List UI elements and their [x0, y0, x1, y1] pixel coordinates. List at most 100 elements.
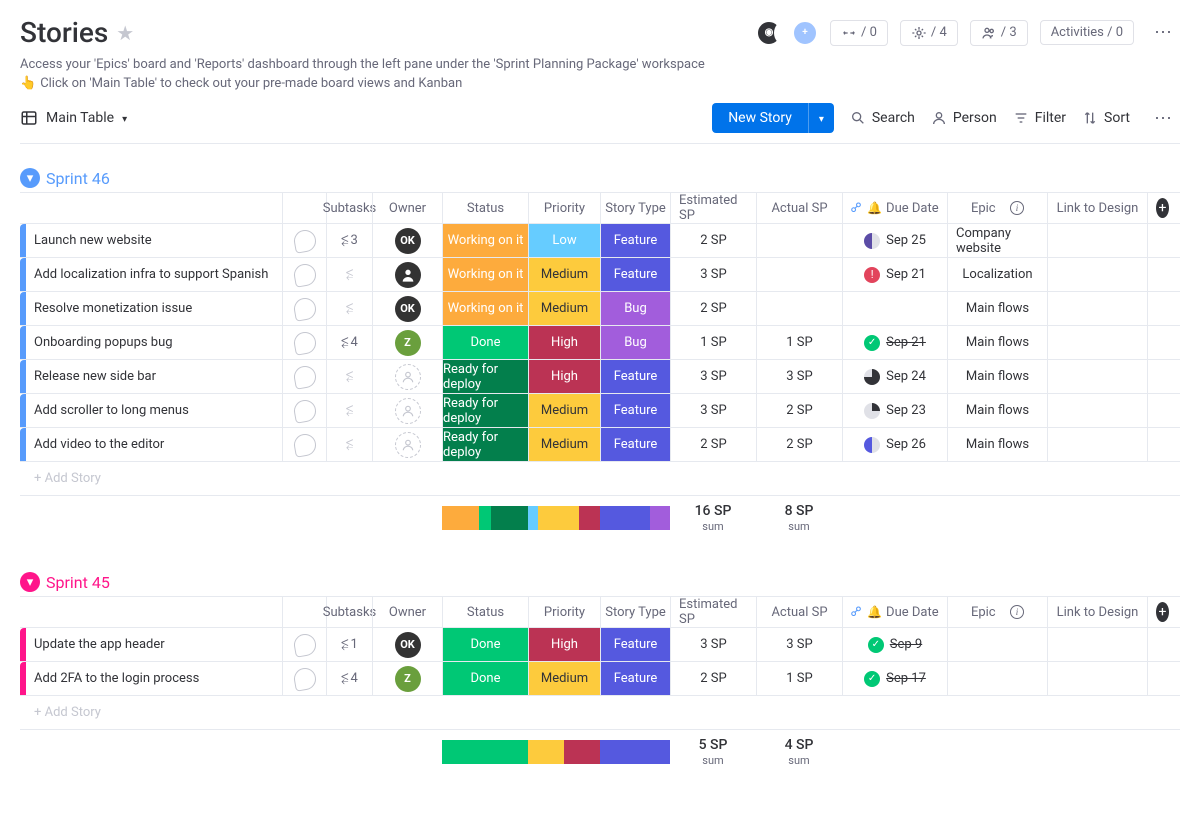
priority-cell[interactable]: Medium: [528, 292, 600, 325]
owner-avatar-empty[interactable]: [395, 398, 421, 424]
status-cell[interactable]: Done: [442, 628, 528, 661]
epic-cell[interactable]: Main flows: [947, 360, 1047, 393]
story-name[interactable]: Add scroller to long menus: [26, 394, 282, 427]
conversation-icon[interactable]: [292, 398, 317, 423]
epic-cell[interactable]: Main flows: [947, 428, 1047, 461]
conversation-icon[interactable]: [292, 296, 317, 321]
link-cell[interactable]: [1047, 360, 1147, 393]
col-story-type[interactable]: Story Type: [600, 597, 670, 627]
status-cell[interactable]: Ready for deploy: [442, 360, 528, 393]
col-estimated-sp[interactable]: Estimated SP: [670, 597, 756, 627]
priority-cell[interactable]: Low: [528, 224, 600, 257]
actual-sp-cell[interactable]: [756, 224, 842, 257]
priority-cell[interactable]: Medium: [528, 258, 600, 291]
conversation-icon[interactable]: [292, 666, 317, 691]
group-title[interactable]: Sprint 46: [46, 169, 110, 188]
due-date-cell[interactable]: ✓Sep 17: [842, 662, 947, 695]
due-date-cell[interactable]: [842, 292, 947, 325]
conversation-icon[interactable]: [292, 432, 317, 457]
table-row[interactable]: Add video to the editor ⥶ Ready for depl…: [20, 428, 1180, 462]
info-icon[interactable]: i: [1010, 605, 1024, 619]
add-story-button[interactable]: + Add Story: [26, 696, 282, 729]
owner-cell[interactable]: Z: [372, 662, 442, 695]
owner-cell[interactable]: Z: [372, 326, 442, 359]
link-cell[interactable]: [1047, 394, 1147, 427]
due-date-cell[interactable]: !Sep 21: [842, 258, 947, 291]
automate-button[interactable]: / 4: [900, 20, 958, 46]
col-link-to-design[interactable]: Link to Design: [1047, 597, 1147, 627]
table-row[interactable]: Launch new website ⥶ 3 OK Working on it …: [20, 224, 1180, 258]
col-subtasks[interactable]: Subtasks: [326, 193, 372, 223]
due-date-cell[interactable]: ✓Sep 9: [842, 628, 947, 661]
col-priority[interactable]: Priority: [528, 597, 600, 627]
group-title[interactable]: Sprint 45: [46, 573, 110, 592]
estimated-sp-cell[interactable]: 3 SP: [670, 360, 756, 393]
link-cell[interactable]: [1047, 428, 1147, 461]
new-story-dropdown[interactable]: [808, 103, 834, 133]
col-actual-sp[interactable]: Actual SP: [756, 193, 842, 223]
conversation-icon[interactable]: [292, 632, 317, 657]
owner-cell[interactable]: OK: [372, 292, 442, 325]
toolbar-more-icon[interactable]: ⋯: [1146, 104, 1180, 133]
owner-avatar[interactable]: OK: [395, 632, 421, 658]
actual-sp-cell[interactable]: 1 SP: [756, 326, 842, 359]
subtasks-cell[interactable]: ⥶ 3: [326, 224, 372, 257]
actual-sp-cell[interactable]: 2 SP: [756, 394, 842, 427]
col-owner[interactable]: Owner: [372, 193, 442, 223]
info-icon[interactable]: i: [1010, 201, 1024, 215]
table-row[interactable]: Update the app header ⥶ 1 OK Done High F…: [20, 628, 1180, 662]
actual-sp-cell[interactable]: 3 SP: [756, 360, 842, 393]
board-members-avatars[interactable]: ◉ OK +: [764, 20, 818, 46]
story-type-cell[interactable]: Feature: [600, 394, 670, 427]
story-name[interactable]: Resolve monetization issue: [26, 292, 282, 325]
col-due-date[interactable]: ⚯🔔Due Date: [842, 597, 947, 627]
owner-cell[interactable]: [372, 428, 442, 461]
estimated-sp-cell[interactable]: 2 SP: [670, 662, 756, 695]
estimated-sp-cell[interactable]: 1 SP: [670, 326, 756, 359]
activities-button[interactable]: Activities / 0: [1040, 20, 1134, 45]
col-actual-sp[interactable]: Actual SP: [756, 597, 842, 627]
filter-button[interactable]: Filter: [1013, 110, 1066, 126]
status-cell[interactable]: Ready for deploy: [442, 394, 528, 427]
owner-cell[interactable]: OK: [372, 224, 442, 257]
story-type-cell[interactable]: Feature: [600, 224, 670, 257]
link-cell[interactable]: [1047, 224, 1147, 257]
owner-avatar[interactable]: Z: [395, 330, 421, 356]
actual-sp-cell[interactable]: [756, 258, 842, 291]
subtasks-cell[interactable]: ⥶: [326, 360, 372, 393]
status-cell[interactable]: Done: [442, 662, 528, 695]
story-name[interactable]: Update the app header: [26, 628, 282, 661]
col-epic[interactable]: Epic i: [947, 193, 1047, 223]
story-name[interactable]: Add localization infra to support Spanis…: [26, 258, 282, 291]
person-filter-button[interactable]: Person: [931, 110, 997, 126]
subtasks-cell[interactable]: ⥶: [326, 292, 372, 325]
group-collapse-icon[interactable]: ▾: [20, 572, 40, 592]
col-subtasks[interactable]: Subtasks: [326, 597, 372, 627]
conversation-icon[interactable]: [292, 364, 317, 389]
col-link-to-design[interactable]: Link to Design: [1047, 193, 1147, 223]
col-status[interactable]: Status: [442, 597, 528, 627]
owner-cell[interactable]: [372, 258, 442, 291]
col-estimated-sp[interactable]: Estimated SP: [670, 193, 756, 223]
integrate-button[interactable]: / 0: [830, 20, 888, 46]
main-table-view[interactable]: Main Table: [20, 109, 127, 127]
table-row[interactable]: Onboarding popups bug ⥶ 4 Z Done High Bu…: [20, 326, 1180, 360]
col-story-type[interactable]: Story Type: [600, 193, 670, 223]
subtasks-cell[interactable]: ⥶ 1: [326, 628, 372, 661]
status-cell[interactable]: Working on it: [442, 258, 528, 291]
priority-cell[interactable]: Medium: [528, 428, 600, 461]
search-button[interactable]: Search: [850, 110, 915, 126]
actual-sp-cell[interactable]: 1 SP: [756, 662, 842, 695]
story-name[interactable]: Add 2FA to the login process: [26, 662, 282, 695]
estimated-sp-cell[interactable]: 2 SP: [670, 428, 756, 461]
story-type-cell[interactable]: Feature: [600, 628, 670, 661]
story-type-cell[interactable]: Feature: [600, 428, 670, 461]
owner-cell[interactable]: [372, 360, 442, 393]
subtasks-cell[interactable]: ⥶: [326, 428, 372, 461]
due-date-cell[interactable]: Sep 26: [842, 428, 947, 461]
col-due-date[interactable]: ⚯🔔Due Date: [842, 193, 947, 223]
table-row[interactable]: Resolve monetization issue ⥶ OK Working …: [20, 292, 1180, 326]
add-column-button[interactable]: +: [1156, 602, 1169, 622]
subtasks-cell[interactable]: ⥶ 4: [326, 662, 372, 695]
status-cell[interactable]: Done: [442, 326, 528, 359]
